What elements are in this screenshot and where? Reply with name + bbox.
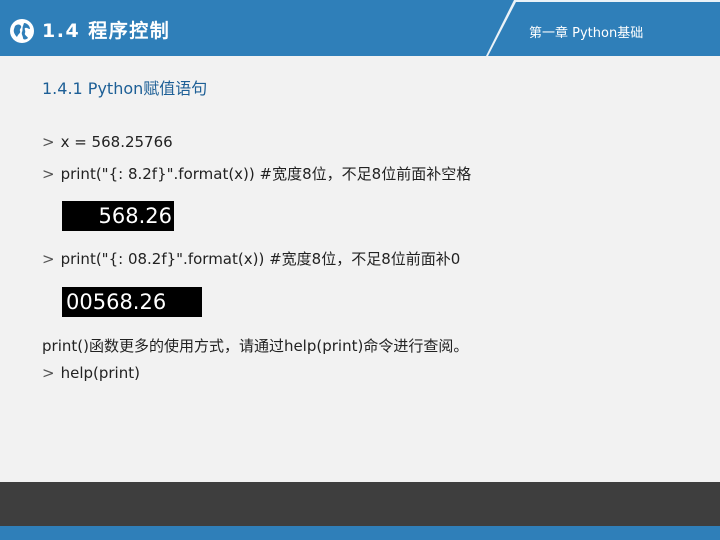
- output-box-space: 568.26: [62, 201, 174, 231]
- output-box-zero: 00568.26: [62, 287, 202, 317]
- footer-dark-bar: [0, 482, 720, 526]
- code-text: x = 568.25766: [60, 133, 173, 151]
- section-title: 1.4 程序控制: [42, 20, 171, 42]
- footer-blue-bar: [0, 526, 720, 540]
- prompt-symbol: >: [42, 165, 55, 183]
- note-line: print()函数更多的使用方式，请通过help(print)命令进行查阅。: [42, 337, 469, 355]
- code-text: help(print): [60, 364, 140, 382]
- prompt-symbol: >: [42, 133, 55, 151]
- code-text: print("{: 8.2f}".format(x)) #宽度8位，不足8位前面…: [60, 165, 472, 183]
- code-line-print-space: > print("{: 8.2f}".format(x)) #宽度8位，不足8位前…: [42, 163, 471, 184]
- code-line-print-zero: > print("{: 08.2f}".format(x)) #宽度8位，不足8位…: [42, 248, 460, 269]
- prompt-symbol: >: [42, 364, 55, 382]
- globe-icon: [10, 19, 34, 43]
- chapter-label: 第一章 Python基础: [529, 26, 644, 41]
- code-line-help: > help(print): [42, 364, 140, 382]
- prompt-symbol: >: [42, 250, 55, 268]
- code-text: print("{: 08.2f}".format(x)) #宽度8位，不足8位前…: [60, 250, 461, 268]
- code-line-assign: > x = 568.25766: [42, 133, 173, 151]
- subsection-title: 1.4.1 Python赋值语句: [42, 79, 208, 98]
